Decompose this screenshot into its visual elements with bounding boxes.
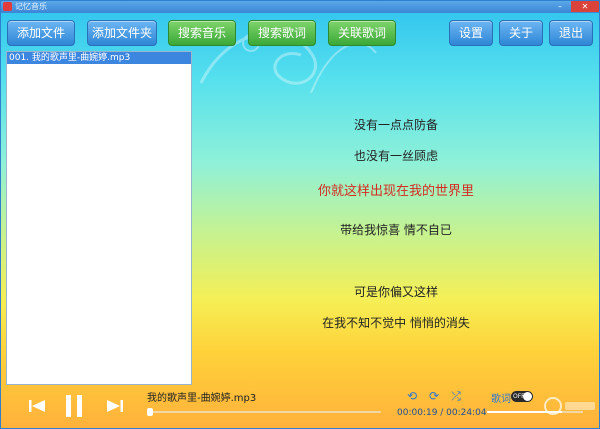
music-player-window: 记忆音乐 – ✕ 添加文件 添加文件夹 搜索音乐 搜索歌词 关联歌词 设置 关于… xyxy=(0,0,600,429)
lyrics-toggle-label: 歌词 xyxy=(491,394,511,405)
settings-button[interactable]: 设置 xyxy=(449,20,493,46)
search-lyrics-button[interactable]: 搜索歌词 xyxy=(248,20,316,46)
progress-slider[interactable] xyxy=(147,408,381,416)
exit-button[interactable]: 退出 xyxy=(549,20,593,46)
lyric-line: 带给我惊喜 情不自已 xyxy=(340,223,452,237)
title-bar[interactable]: 记忆音乐 – ✕ xyxy=(1,1,599,13)
about-button[interactable]: 关于 xyxy=(499,20,543,46)
watermark-logo-icon xyxy=(544,397,595,415)
switch-knob xyxy=(523,392,532,401)
minimize-button[interactable]: – xyxy=(551,1,569,12)
now-playing-title: 我的歌声里-曲婉婷.mp3 xyxy=(147,393,257,404)
window-title: 记忆音乐 xyxy=(15,2,47,11)
prev-icon[interactable] xyxy=(27,398,47,414)
link-lyrics-button[interactable]: 关联歌词 xyxy=(328,20,396,46)
lyric-line: 没有一点点防备 xyxy=(353,118,438,132)
loop-icon[interactable]: ⟳ xyxy=(427,389,441,403)
progress-knob[interactable] xyxy=(147,408,154,416)
add-folder-button[interactable]: 添加文件夹 xyxy=(87,20,157,46)
lyrics-toggle-switch[interactable]: OFF xyxy=(511,391,533,402)
close-button[interactable]: ✕ xyxy=(571,1,599,12)
pause-icon[interactable] xyxy=(63,393,85,419)
lyric-line-active: 你就这样出现在我的世界里 xyxy=(317,184,474,199)
shuffle-icon[interactable]: ⤮ xyxy=(449,389,463,403)
add-file-button[interactable]: 添加文件 xyxy=(7,20,75,46)
app-icon xyxy=(3,2,12,11)
time-display: 00:00:19 / 00:24:04 xyxy=(397,408,487,418)
play-mode-group: ⟲ ⟳ ⤮ xyxy=(405,389,465,403)
search-music-button[interactable]: 搜索音乐 xyxy=(168,20,236,46)
playlist-panel[interactable]: 001. 我的歌声里-曲婉婷.mp3 xyxy=(6,51,192,385)
repeat-icon[interactable]: ⟲ xyxy=(405,389,419,403)
lyric-line: 在我不知不觉中 悄悄的消失 xyxy=(322,316,470,330)
lyric-line: 也没有一丝顾虑 xyxy=(353,149,438,163)
playlist-item[interactable]: 001. 我的歌声里-曲婉婷.mp3 xyxy=(7,52,191,64)
next-icon[interactable] xyxy=(105,398,125,414)
lyric-line: 可是你偏又这样 xyxy=(353,285,438,299)
